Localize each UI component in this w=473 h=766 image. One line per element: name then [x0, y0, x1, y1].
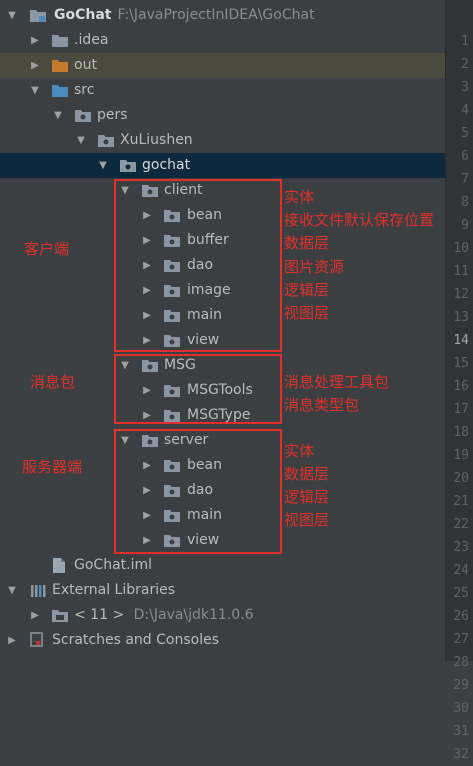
- client-annotation-box: [114, 179, 282, 352]
- chevron-right-icon[interactable]: ▶: [29, 53, 41, 78]
- line-number: 18: [453, 425, 469, 440]
- server-note: 视图层: [284, 511, 330, 529]
- line-number: 23: [453, 540, 469, 555]
- jdk-path: D:\Java\jdk11.0.6: [133, 607, 254, 623]
- tree-label-src: src: [74, 82, 95, 98]
- chevron-right-icon[interactable]: ▶: [29, 28, 41, 53]
- line-number-gutter: 1 2 3 4 5 6 7 8 9 10 11 12 13 14 15 16 1…: [445, 0, 473, 762]
- scratches-icon: [30, 632, 43, 647]
- client-note: 数据层: [284, 234, 330, 252]
- root-project-path: F:\JavaProjectInIDEA\GoChat: [117, 7, 315, 23]
- package-icon: [120, 160, 136, 172]
- msg-annotation-box: [114, 354, 282, 424]
- client-note: 实体: [284, 188, 315, 206]
- line-number: 28: [453, 655, 469, 670]
- line-number: 7: [461, 172, 469, 187]
- tree-item-external-libraries[interactable]: ▼ External Libraries: [0, 578, 446, 603]
- client-note: 视图层: [284, 304, 330, 322]
- folder-icon: [52, 35, 68, 47]
- line-number: 11: [453, 264, 469, 279]
- jdk-folder-icon: [52, 610, 68, 622]
- line-number: 2: [461, 57, 469, 72]
- chevron-down-icon[interactable]: ▼: [29, 78, 41, 103]
- line-number: 30: [453, 701, 469, 716]
- line-number: 24: [453, 563, 469, 578]
- client-annotation-title: 客户端: [24, 240, 70, 258]
- line-number: 19: [453, 448, 469, 463]
- tree-item-jdk[interactable]: ▶ < 11 > D:\Java\jdk11.0.6: [0, 603, 446, 628]
- tree-label-xuliushen: XuLiushen: [120, 132, 193, 148]
- tree-item-xuliushen[interactable]: ▼ XuLiushen: [0, 128, 446, 153]
- tree-item-pers[interactable]: ▼ pers: [0, 103, 446, 128]
- chevron-right-icon[interactable]: ▶: [6, 628, 18, 653]
- tree-item-gochat-package[interactable]: ▼ gochat: [0, 153, 446, 178]
- iml-file-icon: [53, 558, 65, 573]
- line-number: 9: [461, 218, 469, 233]
- line-number: 26: [453, 609, 469, 624]
- tree-label-idea: .idea: [74, 32, 109, 48]
- tree-label-pers: pers: [97, 107, 128, 123]
- line-number: 3: [461, 80, 469, 95]
- server-annotation-title: 服务器端: [22, 458, 83, 476]
- tree-label-iml: GoChat.iml: [74, 557, 152, 573]
- tree-item-src[interactable]: ▼ src: [0, 78, 446, 103]
- tree-label-external-libraries: External Libraries: [52, 582, 175, 598]
- line-number: 5: [461, 126, 469, 141]
- server-note: 逻辑层: [284, 488, 330, 506]
- line-number: 17: [453, 402, 469, 417]
- line-number: 4: [461, 103, 469, 118]
- tree-label-gochat: gochat: [142, 157, 191, 173]
- jdk-version: < 11 >: [74, 607, 125, 623]
- server-annotation-box: [114, 429, 282, 554]
- msg-annotation-title: 消息包: [30, 373, 76, 391]
- excluded-folder-icon: [52, 60, 68, 72]
- client-note: 图片资源: [284, 258, 345, 276]
- client-note: 逻辑层: [284, 281, 330, 299]
- module-folder-icon: [30, 10, 46, 22]
- client-note: 接收文件默认保存位置: [284, 211, 435, 229]
- tree-label-scratches: Scratches and Consoles: [52, 632, 219, 648]
- line-number: 8: [461, 195, 469, 210]
- package-icon: [75, 110, 91, 122]
- server-note: 数据层: [284, 465, 330, 483]
- line-number: 6: [461, 149, 469, 164]
- chevron-down-icon[interactable]: ▼: [75, 128, 87, 153]
- line-number: 10: [453, 241, 469, 256]
- chevron-down-icon[interactable]: ▼: [6, 3, 18, 28]
- line-number: 29: [453, 678, 469, 693]
- line-number: 25: [453, 586, 469, 601]
- line-number: 27: [453, 632, 469, 647]
- line-number: 22: [453, 517, 469, 532]
- tree-item-out[interactable]: ▶ out: [0, 53, 446, 78]
- line-number: 20: [453, 471, 469, 486]
- msg-note: 消息处理工具包: [284, 373, 390, 391]
- tree-item-gochat-root[interactable]: ▼ GoChat F:\JavaProjectInIDEA\GoChat: [0, 3, 446, 28]
- chevron-down-icon[interactable]: ▼: [52, 103, 64, 128]
- root-project-name: GoChat: [54, 7, 112, 23]
- source-folder-icon: [52, 85, 68, 97]
- line-number: 31: [453, 724, 469, 739]
- line-number: 13: [453, 310, 469, 325]
- line-number: 32: [453, 747, 469, 762]
- line-number: 12: [453, 287, 469, 302]
- package-icon: [98, 135, 114, 147]
- tree-label-out: out: [74, 57, 97, 73]
- line-number: 15: [453, 356, 469, 371]
- chevron-down-icon[interactable]: ▼: [6, 578, 18, 603]
- line-number: 1: [461, 34, 469, 49]
- tree-item-idea[interactable]: ▶ .idea: [0, 28, 446, 53]
- chevron-down-icon[interactable]: ▼: [97, 153, 109, 178]
- msg-note: 消息类型包: [284, 396, 360, 414]
- library-icon: [31, 585, 46, 597]
- line-number-current: 14: [453, 333, 469, 348]
- line-number: 21: [453, 494, 469, 509]
- line-number: 16: [453, 379, 469, 394]
- tree-item-iml-file[interactable]: GoChat.iml: [0, 553, 446, 578]
- server-note: 实体: [284, 442, 315, 460]
- tree-item-scratches[interactable]: ▶ Scratches and Consoles: [0, 628, 446, 653]
- chevron-right-icon[interactable]: ▶: [29, 603, 41, 628]
